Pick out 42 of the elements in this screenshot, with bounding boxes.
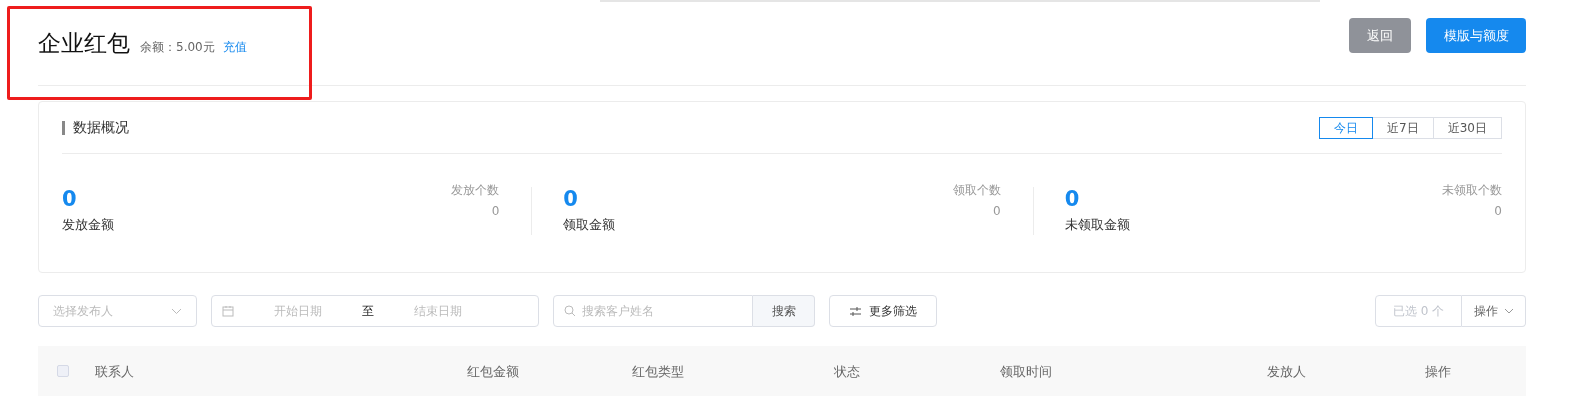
stat-value: 0 <box>1064 187 1081 211</box>
stat-value: 0 <box>563 187 579 211</box>
range-tab[interactable]: 近7日 <box>1372 116 1434 139</box>
date-range-field[interactable]: 开始日期 至 结束日期 <box>211 295 539 327</box>
section-title: 数据概况 <box>73 118 129 137</box>
range-tab[interactable]: 近30日 <box>1432 116 1502 139</box>
balance-text: 余额：5.00元 <box>140 38 215 56</box>
chevron-down-icon <box>1503 308 1514 314</box>
stat-sub-value: 0 <box>491 203 500 220</box>
stat-value: 0 <box>62 187 78 211</box>
sliders-icon <box>849 306 861 316</box>
column-header: 领取时间 <box>1000 364 1052 379</box>
chevron-down-icon <box>171 307 182 315</box>
stat-sub-value: 0 <box>993 203 1001 220</box>
column-header: 操作 <box>1425 364 1451 379</box>
more-filters-button[interactable]: 更多筛选 <box>829 295 937 327</box>
stat-label: 发放金额 <box>62 216 114 234</box>
range-tab[interactable]: 今日 <box>1319 116 1374 139</box>
stat-label: 领取金额 <box>563 216 616 234</box>
search-button[interactable]: 搜索 <box>753 295 815 327</box>
column-header: 红包金额 <box>467 364 519 379</box>
stat-sub-label: 发放个数 <box>451 182 500 199</box>
search-icon <box>564 305 576 317</box>
back-button[interactable]: 返回 <box>1349 18 1411 53</box>
stat-sub-label: 未领取个数 <box>1442 182 1502 199</box>
stat-sub-label: 领取个数 <box>952 182 1001 199</box>
column-header: 发放人 <box>1267 364 1306 379</box>
recharge-link[interactable]: 充值 <box>222 37 247 56</box>
actions-dropdown[interactable]: 操作 <box>1462 295 1526 327</box>
page-title: 企业红包 <box>38 29 130 59</box>
section-marker-icon <box>62 120 65 135</box>
publisher-select[interactable]: 选择发布人 <box>38 295 197 327</box>
stat-sub-value: 0 <box>1494 203 1502 220</box>
column-header: 联系人 <box>95 364 134 379</box>
search-field[interactable]: 搜索客户姓名 <box>553 295 753 327</box>
column-header: 红包类型 <box>632 364 684 379</box>
stat-label: 未领取金额 <box>1064 216 1130 234</box>
template-quota-button[interactable]: 模版与额度 <box>1426 18 1526 53</box>
column-header: 状态 <box>834 364 860 379</box>
calendar-icon <box>222 305 234 317</box>
select-all-checkbox[interactable] <box>57 365 69 377</box>
date-separator: 至 <box>362 303 374 320</box>
